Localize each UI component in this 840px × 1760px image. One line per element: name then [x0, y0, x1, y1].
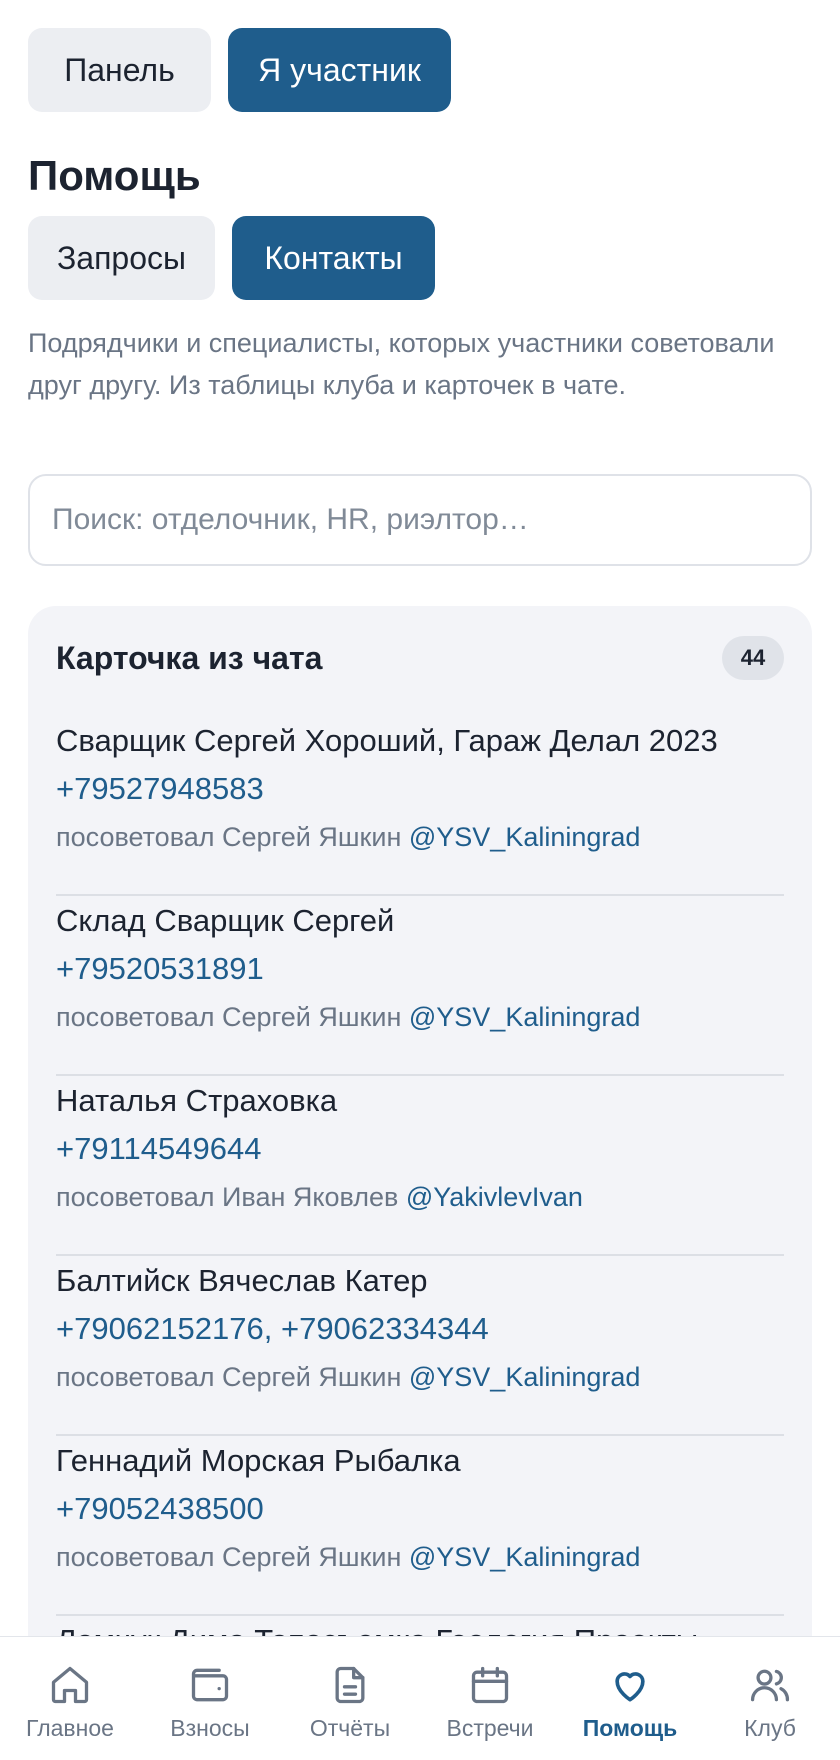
calendar-icon: [471, 1666, 509, 1704]
telegram-handle-link[interactable]: @YSV_Kaliningrad: [409, 1362, 641, 1392]
contacts-card: Карточка из чата 44 Сварщик Сергей Хорош…: [28, 606, 812, 1760]
nav-item-reports[interactable]: Отчёты: [280, 1637, 420, 1760]
recommended-by: посоветовал Сергей Яшкин @YSV_Kaliningra…: [56, 1361, 784, 1393]
list-item: Геннадий Морская Рыбалка +79052438500 по…: [56, 1436, 784, 1616]
page-title: Помощь: [28, 152, 201, 199]
search-input[interactable]: [28, 474, 812, 566]
telegram-handle-link[interactable]: @YSV_Kaliningrad: [409, 822, 641, 852]
recommended-by: посоветовал Сергей Яшкин @YSV_Kaliningra…: [56, 1001, 784, 1033]
recommender-text: посоветовал Сергей Яшкин: [56, 1542, 402, 1572]
card-title: Карточка из чата: [56, 639, 323, 676]
contact-name: Балтийск Вячеслав Катер: [56, 1263, 428, 1298]
recommender-text: посоветовал Сергей Яшкин: [56, 822, 402, 852]
list-item: Сварщик Сергей Хороший, Гараж Делал 2023…: [56, 716, 784, 896]
contact-name: Наталья Страховка: [56, 1083, 338, 1118]
bottom-nav: Главное Взносы Отчёты Встречи Помощь Клу…: [0, 1636, 840, 1760]
wallet-icon: [191, 1668, 229, 1702]
nav-item-home[interactable]: Главное: [0, 1637, 140, 1760]
nav-label: Помощь: [582, 1715, 678, 1741]
contact-list: Сварщик Сергей Хороший, Гараж Делал 2023…: [56, 716, 784, 1760]
tab-contacts[interactable]: Контакты: [232, 216, 435, 300]
telegram-handle-link[interactable]: @YSV_Kaliningrad: [409, 1002, 641, 1032]
nav-item-meetings[interactable]: Встречи: [420, 1637, 560, 1760]
heart-icon: [615, 1672, 645, 1702]
tab-requests[interactable]: Запросы: [28, 216, 215, 300]
count-badge: 44: [722, 636, 784, 680]
nav-label: Взносы: [170, 1715, 250, 1741]
list-item: Наталья Страховка +79114549644 посоветов…: [56, 1076, 784, 1256]
document-icon: [335, 1666, 365, 1704]
contact-phone-link[interactable]: +79520531891: [56, 951, 784, 987]
recommender-text: посоветовал Сергей Яшкин: [56, 1002, 402, 1032]
nav-item-help[interactable]: Помощь: [560, 1637, 700, 1760]
users-icon: [750, 1669, 790, 1702]
recommender-text: посоветовал Сергей Яшкин: [56, 1362, 402, 1392]
recommended-by: посоветовал Иван Яковлев @YakivlevIvan: [56, 1181, 784, 1213]
nav-label: Отчёты: [309, 1715, 391, 1741]
contact-phone-link[interactable]: +79114549644: [56, 1131, 784, 1167]
telegram-handle-link[interactable]: @YakivlevIvan: [406, 1182, 583, 1212]
recommender-text: посоветовал Иван Яковлев: [56, 1182, 399, 1212]
telegram-handle-link[interactable]: @YSV_Kaliningrad: [409, 1542, 641, 1572]
list-item: Склад Сварщик Сергей +79520531891 посове…: [56, 896, 784, 1076]
contact-name: Склад Сварщик Сергей: [56, 903, 395, 938]
contact-phone-link[interactable]: +79527948583: [56, 771, 784, 807]
section-description: Подрядчики и специалисты, которых участн…: [28, 328, 775, 400]
member-button[interactable]: Я участник: [228, 28, 451, 112]
card-header: Карточка из чата 44: [56, 636, 784, 680]
nav-label: Клуб: [744, 1715, 796, 1741]
nav-label: Главное: [26, 1715, 114, 1741]
list-item: Балтийск Вячеслав Катер +79062152176, +7…: [56, 1256, 784, 1436]
contact-name: Геннадий Морская Рыбалка: [56, 1443, 461, 1478]
home-icon: [51, 1666, 89, 1704]
page: Панель Я участник Помощь Запросы Контакт…: [0, 0, 840, 1760]
recommended-by: посоветовал Сергей Яшкин @YSV_Kaliningra…: [56, 1541, 784, 1573]
recommended-by: посоветовал Сергей Яшкин @YSV_Kaliningra…: [56, 821, 784, 853]
view-switch: Панель Я участник: [28, 28, 451, 112]
contact-name: Сварщик Сергей Хороший, Гараж Делал 2023: [56, 723, 718, 758]
nav-label: Встречи: [446, 1715, 534, 1741]
panel-button[interactable]: Панель: [28, 28, 211, 112]
contact-phone-link[interactable]: +79062152176, +79062334344: [56, 1311, 784, 1347]
nav-item-dues[interactable]: Взносы: [140, 1637, 280, 1760]
nav-item-club[interactable]: Клуб: [700, 1637, 840, 1760]
contact-phone-link[interactable]: +79052438500: [56, 1491, 784, 1527]
help-tabs: Запросы Контакты: [28, 216, 435, 300]
